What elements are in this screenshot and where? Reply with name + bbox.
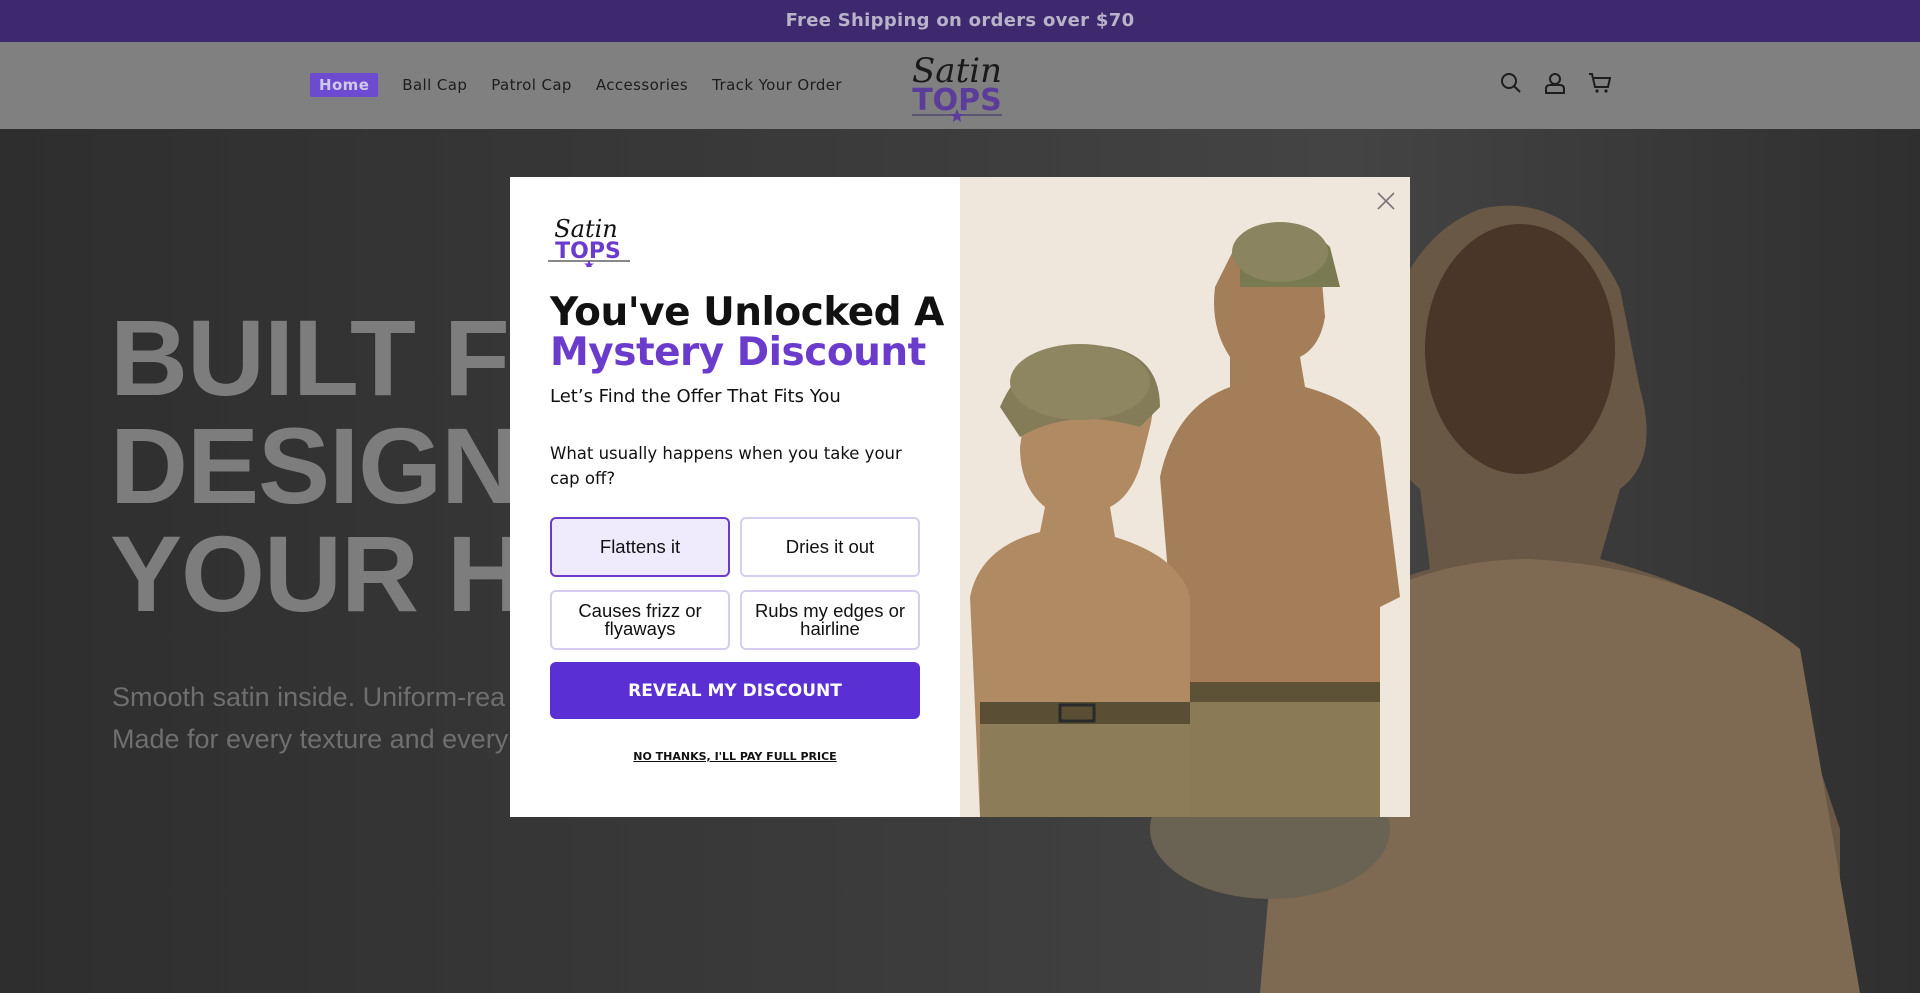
main-nav: Home Ball Cap Patrol Cap Accessories Tra…	[310, 73, 842, 97]
decline-link[interactable]: NO THANKS, I'LL PAY FULL PRICE	[550, 750, 920, 763]
nav-accessories[interactable]: Accessories	[596, 76, 688, 94]
models-image	[960, 177, 1410, 817]
option-frizz[interactable]: Causes frizz or flyaways	[550, 590, 730, 650]
hero-subtitle-line: Made for every texture and every	[112, 724, 509, 754]
site-header: Home Ball Cap Patrol Cap Accessories Tra…	[0, 42, 1920, 129]
nav-ball-cap[interactable]: Ball Cap	[402, 76, 467, 94]
popup-image	[960, 177, 1410, 817]
svg-text:TOPS: TOPS	[555, 239, 621, 264]
popup-subheading: Let’s Find the Offer That Fits You	[550, 386, 841, 407]
popup-heading-highlight: Mystery Discount	[550, 330, 926, 375]
hero-subtitle: Smooth satin inside. Uniform-rea Made fo…	[112, 676, 508, 760]
discount-popup: Satin TOPS You've Unlocked A Mystery Dis…	[510, 177, 1410, 817]
hero-subtitle-line: Smooth satin inside. Uniform-rea	[112, 682, 506, 712]
nav-home[interactable]: Home	[310, 73, 379, 97]
cart-icon[interactable]	[1588, 72, 1612, 94]
popup-question: What usually happens when you take your …	[550, 444, 902, 488]
popup-logo: Satin TOPS	[548, 215, 630, 267]
popup-content: Satin TOPS You've Unlocked A Mystery Dis…	[510, 177, 960, 817]
header-icons	[1500, 72, 1612, 94]
nav-patrol-cap[interactable]: Patrol Cap	[491, 76, 572, 94]
option-flattens[interactable]: Flattens it	[550, 517, 730, 577]
popup-heading: You've Unlocked A	[550, 290, 944, 335]
reveal-discount-button[interactable]: REVEAL MY DISCOUNT	[550, 662, 920, 719]
announcement-bar: Free Shipping on orders over $70	[0, 0, 1920, 42]
search-icon[interactable]	[1500, 72, 1522, 94]
nav-track-order[interactable]: Track Your Order	[712, 76, 842, 94]
option-edges[interactable]: Rubs my edges or hairline	[740, 590, 920, 650]
option-dries[interactable]: Dries it out	[740, 517, 920, 577]
account-icon[interactable]	[1544, 72, 1566, 94]
close-icon[interactable]	[1376, 191, 1396, 211]
header-logo[interactable]: Satin TOPS	[898, 52, 1016, 122]
